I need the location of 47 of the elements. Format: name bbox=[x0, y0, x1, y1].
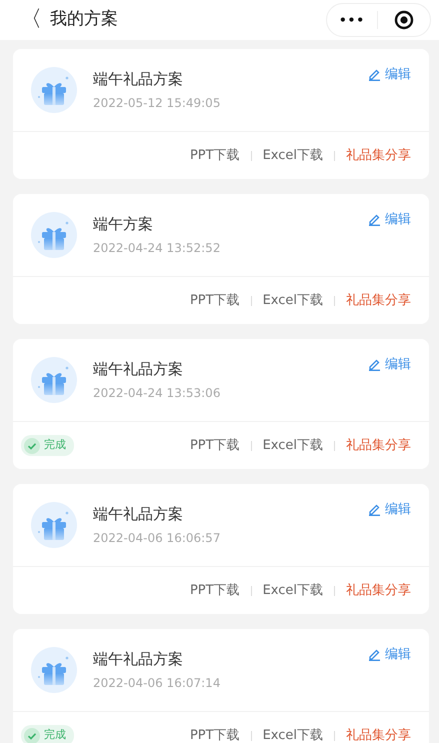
plan-title: 端午礼品方案 bbox=[93, 648, 183, 670]
plan-time: 2022-04-24 13:53:06 bbox=[93, 385, 220, 402]
download-link[interactable]: Excel下载 bbox=[262, 146, 323, 166]
check-icon bbox=[24, 728, 40, 743]
status-badge: 完成 bbox=[21, 725, 74, 743]
plan-time: 2022-05-12 15:49:05 bbox=[93, 95, 220, 112]
share-link[interactable]: 礼品集分享 bbox=[346, 726, 411, 743]
pencil-icon bbox=[368, 358, 381, 372]
gift-icon bbox=[31, 647, 77, 693]
download-link[interactable]: PPT下载 bbox=[190, 726, 240, 743]
plan-title: 端午方案 bbox=[93, 214, 153, 235]
download-link[interactable]: PPT下载 bbox=[190, 290, 240, 310]
pencil-icon bbox=[368, 503, 381, 516]
download-link[interactable]: PPT下载 bbox=[190, 146, 240, 166]
edit-link[interactable]: 编辑 bbox=[368, 65, 411, 84]
plan-time: 2022-04-06 16:07:14 bbox=[93, 675, 220, 692]
edit-link[interactable]: 编辑 bbox=[368, 355, 411, 374]
gift-icon bbox=[31, 67, 77, 113]
share-link[interactable]: 礼品集分享 bbox=[346, 436, 411, 456]
share-link[interactable]: 礼品集分享 bbox=[346, 290, 411, 310]
gift-icon bbox=[31, 502, 77, 548]
download-link[interactable]: Excel下载 bbox=[262, 290, 323, 310]
gift-icon bbox=[31, 357, 77, 403]
edit-link[interactable]: 编辑 bbox=[368, 210, 411, 230]
download-link[interactable]: Excel下载 bbox=[262, 436, 323, 456]
edit-link[interactable]: 编辑 bbox=[368, 500, 411, 520]
pencil-icon bbox=[368, 213, 381, 226]
edit-link[interactable]: 编辑 bbox=[368, 645, 411, 664]
back-button[interactable]: 〈 bbox=[20, 9, 42, 31]
check-icon bbox=[24, 438, 40, 454]
pencil-icon bbox=[368, 68, 381, 82]
share-link[interactable]: 礼品集分享 bbox=[346, 146, 411, 166]
plan-title: 端午礼品方案 bbox=[93, 68, 183, 90]
download-link[interactable]: PPT下载 bbox=[190, 580, 240, 600]
pencil-icon bbox=[368, 648, 381, 662]
gift-icon bbox=[31, 212, 77, 258]
plan-title: 端午礼品方案 bbox=[93, 358, 183, 380]
plan-time: 2022-04-06 16:06:57 bbox=[93, 530, 220, 548]
download-link[interactable]: Excel下载 bbox=[262, 726, 323, 743]
plan-title: 端午礼品方案 bbox=[93, 504, 183, 525]
page-title: 我的方案 bbox=[50, 8, 118, 32]
status-badge: 完成 bbox=[21, 435, 74, 456]
plan-time: 2022-04-24 13:52:52 bbox=[93, 240, 220, 258]
download-link[interactable]: Excel下载 bbox=[262, 580, 323, 600]
share-link[interactable]: 礼品集分享 bbox=[346, 580, 411, 600]
target-icon[interactable] bbox=[394, 10, 414, 30]
download-link[interactable]: PPT下载 bbox=[190, 436, 240, 456]
